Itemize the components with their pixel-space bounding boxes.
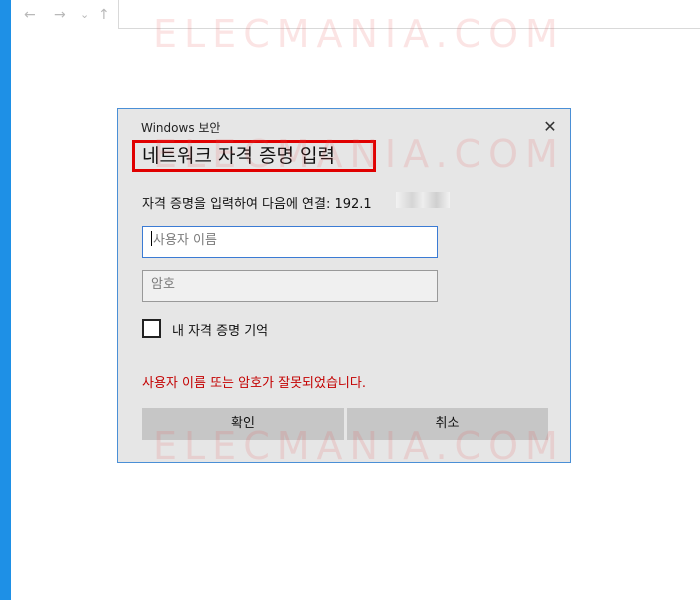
text-cursor bbox=[151, 231, 152, 246]
username-input[interactable]: 사용자 이름 bbox=[142, 226, 438, 258]
error-message: 사용자 이름 또는 암호가 잘못되었습니다. bbox=[142, 376, 366, 391]
password-placeholder: 암호 bbox=[151, 277, 175, 292]
ok-button[interactable]: 확인 bbox=[142, 408, 344, 440]
forward-arrow-icon[interactable]: → bbox=[54, 6, 66, 24]
left-edge-strip bbox=[0, 0, 11, 600]
dialog-window-title: Windows 보안 bbox=[141, 121, 221, 135]
connection-description: 자격 증명을 입력하여 다음에 연결: 192.1 bbox=[142, 197, 372, 212]
close-icon[interactable]: ✕ bbox=[538, 117, 562, 137]
dialog-heading: 네트워크 자격 증명 입력 bbox=[132, 140, 376, 172]
password-input[interactable]: 암호 bbox=[142, 270, 438, 302]
windows-security-dialog: Windows 보안 ✕ 네트워크 자격 증명 입력 자격 증명을 입력하여 다… bbox=[117, 108, 571, 463]
username-placeholder: 사용자 이름 bbox=[153, 233, 217, 248]
blurred-ip-address bbox=[396, 192, 450, 208]
address-bar[interactable] bbox=[118, 0, 700, 29]
up-arrow-icon[interactable]: ↑ bbox=[98, 6, 110, 24]
recent-dropdown-icon[interactable]: ⌄ bbox=[80, 6, 89, 24]
cancel-button[interactable]: 취소 bbox=[347, 408, 548, 440]
back-arrow-icon[interactable]: ← bbox=[24, 6, 36, 24]
remember-credentials-label[interactable]: 내 자격 증명 기억 bbox=[172, 320, 268, 339]
remember-credentials-checkbox[interactable] bbox=[142, 319, 161, 338]
